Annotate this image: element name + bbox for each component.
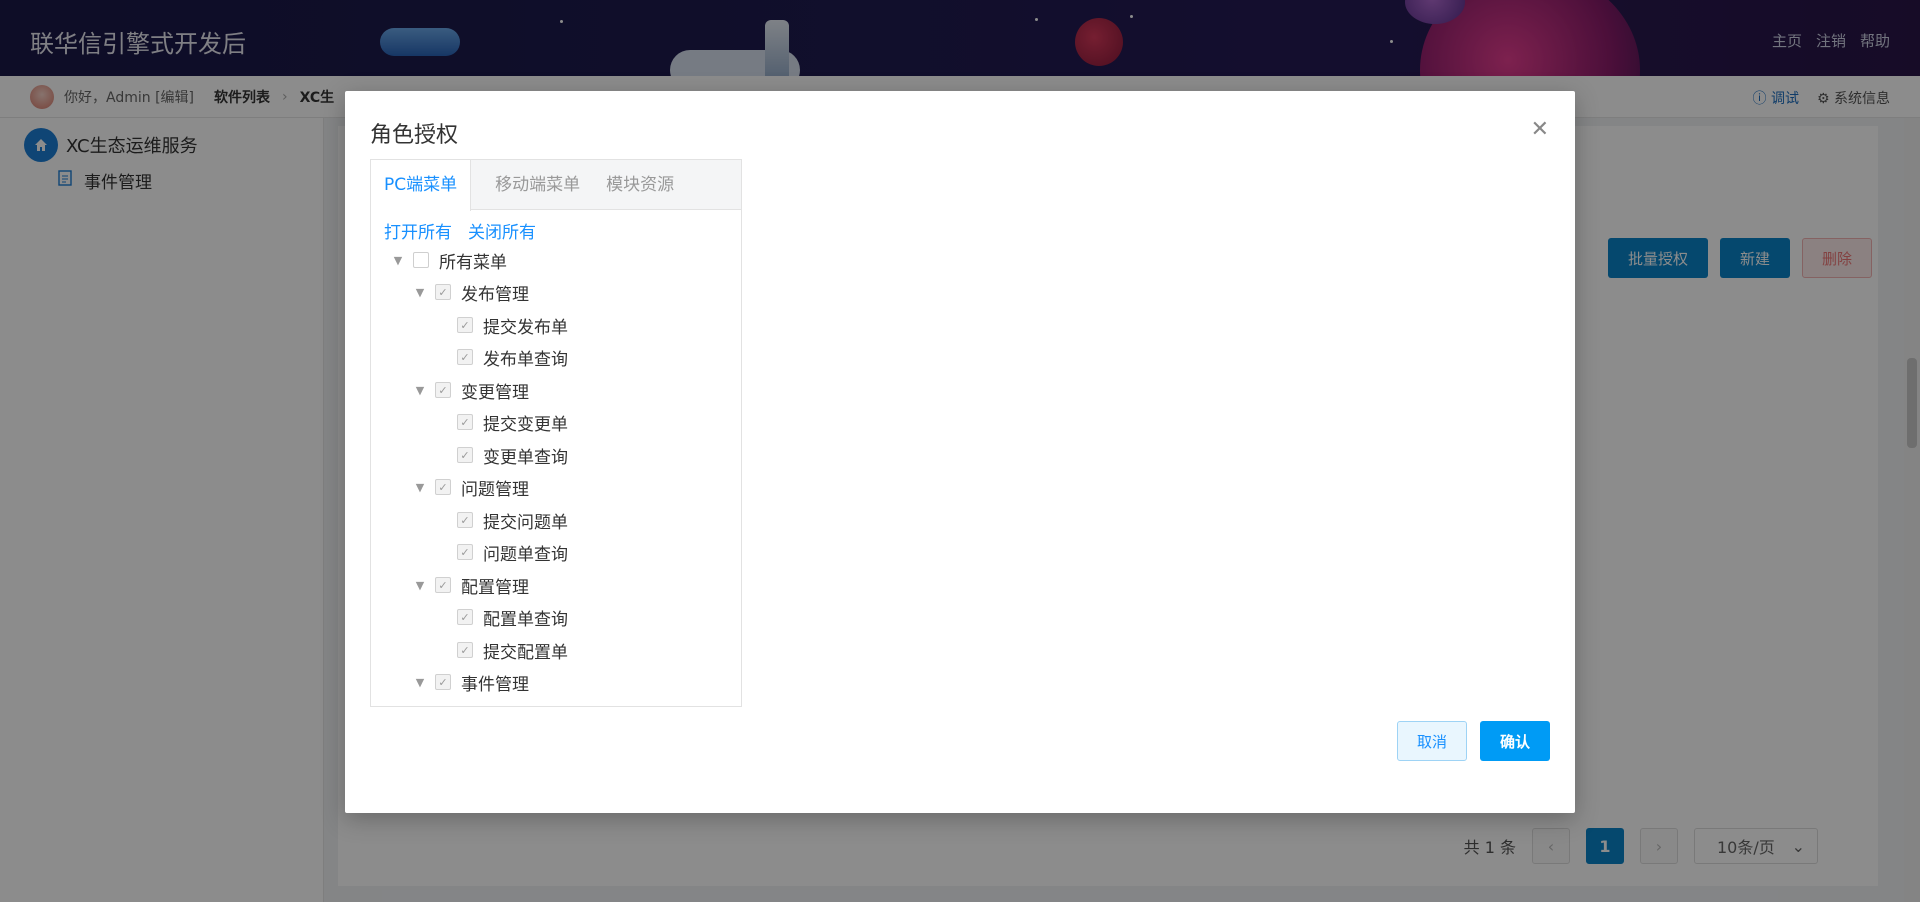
caret-down-icon[interactable]: ▼ [413, 384, 427, 397]
tree-node-leaf[interactable]: ✓ 提交配置单 [457, 638, 568, 663]
tree-node-label: 提交发布单 [483, 317, 568, 338]
open-all-link[interactable]: 打开所有 [384, 218, 452, 243]
menu-tabs: PC端菜单 移动端菜单 模块资源 打开所有 关闭所有 ▼ 所有菜单 ▼ ✓ 发布… [370, 159, 742, 707]
tree-actions: 打开所有 关闭所有 [384, 218, 536, 243]
checkbox[interactable]: ✓ [457, 349, 473, 365]
caret-down-icon[interactable]: ▼ [413, 481, 427, 494]
tree-node-label: 问题管理 [461, 479, 529, 500]
tree-node-label: 发布单查询 [483, 349, 568, 370]
tree-node-label: 发布管理 [461, 284, 529, 305]
tree-node-label: 事件管理 [461, 674, 529, 695]
checkbox[interactable]: ✓ [457, 609, 473, 625]
tree-node-leaf[interactable]: ✓ 提交变更单 [457, 410, 568, 435]
confirm-button[interactable]: 确认 [1480, 721, 1550, 761]
tab-mobile-menu[interactable]: 移动端菜单 [471, 160, 593, 210]
checkbox[interactable]: ✓ [435, 284, 451, 300]
tree-node-group[interactable]: ▼ ✓ 配置管理 [413, 573, 529, 598]
checkbox[interactable]: ✓ [457, 512, 473, 528]
cancel-button[interactable]: 取消 [1397, 721, 1467, 761]
tree-node-group[interactable]: ▼ ✓ 问题管理 [413, 475, 529, 500]
tree-node-group[interactable]: ▼ ✓ 变更管理 [413, 378, 529, 403]
caret-down-icon[interactable]: ▼ [413, 579, 427, 592]
tree-node-group[interactable]: ▼ ✓ 发布管理 [413, 280, 529, 305]
tree-node-root[interactable]: ▼ 所有菜单 [391, 248, 507, 273]
checkbox[interactable]: ✓ [457, 544, 473, 560]
tab-bar: PC端菜单 移动端菜单 模块资源 [371, 160, 741, 211]
caret-down-icon[interactable]: ▼ [413, 286, 427, 299]
checkbox[interactable]: ✓ [435, 479, 451, 495]
checkbox[interactable]: ✓ [435, 674, 451, 690]
tree-node-leaf[interactable]: ✓ 问题单查询 [457, 540, 568, 565]
tree-node-label: 变更管理 [461, 382, 529, 403]
tree-node-leaf[interactable]: ✓ 变更单查询 [457, 443, 568, 468]
caret-down-icon[interactable]: ▼ [413, 676, 427, 689]
checkbox[interactable] [413, 252, 429, 268]
tree-node-label: 提交问题单 [483, 512, 568, 533]
checkbox[interactable]: ✓ [457, 642, 473, 658]
tree-node-label: 提交变更单 [483, 414, 568, 435]
tree-node-leaf[interactable]: ✓ 提交发布单 [457, 313, 568, 338]
checkbox[interactable]: ✓ [435, 577, 451, 593]
close-icon[interactable]: ✕ [1531, 117, 1549, 142]
tree-node-label: 变更单查询 [483, 447, 568, 468]
tree-node-label: 提交配置单 [483, 642, 568, 663]
tab-module-resources[interactable]: 模块资源 [593, 160, 687, 210]
tree-node-label: 配置管理 [461, 577, 529, 598]
dialog-title: 角色授权 [370, 123, 459, 148]
checkbox[interactable]: ✓ [457, 317, 473, 333]
tab-pc-menu[interactable]: PC端菜单 [371, 160, 472, 211]
checkbox[interactable]: ✓ [457, 447, 473, 463]
tree-node-label: 问题单查询 [483, 544, 568, 565]
tree-node-leaf[interactable]: ✓ 发布单查询 [457, 345, 568, 370]
tree-node-label: 所有菜单 [439, 252, 507, 273]
tree-node-leaf[interactable]: ✓ 提交问题单 [457, 508, 568, 533]
close-all-link[interactable]: 关闭所有 [468, 218, 536, 243]
checkbox[interactable]: ✓ [435, 382, 451, 398]
tree-node-leaf[interactable]: ✓ 配置单查询 [457, 605, 568, 630]
caret-down-icon[interactable]: ▼ [391, 254, 405, 267]
tree-node-label: 配置单查询 [483, 609, 568, 630]
role-authorization-dialog: 角色授权 ✕ PC端菜单 移动端菜单 模块资源 打开所有 关闭所有 ▼ 所有菜单… [345, 91, 1575, 813]
tree-node-group[interactable]: ▼ ✓ 事件管理 [413, 670, 529, 695]
checkbox[interactable]: ✓ [457, 414, 473, 430]
